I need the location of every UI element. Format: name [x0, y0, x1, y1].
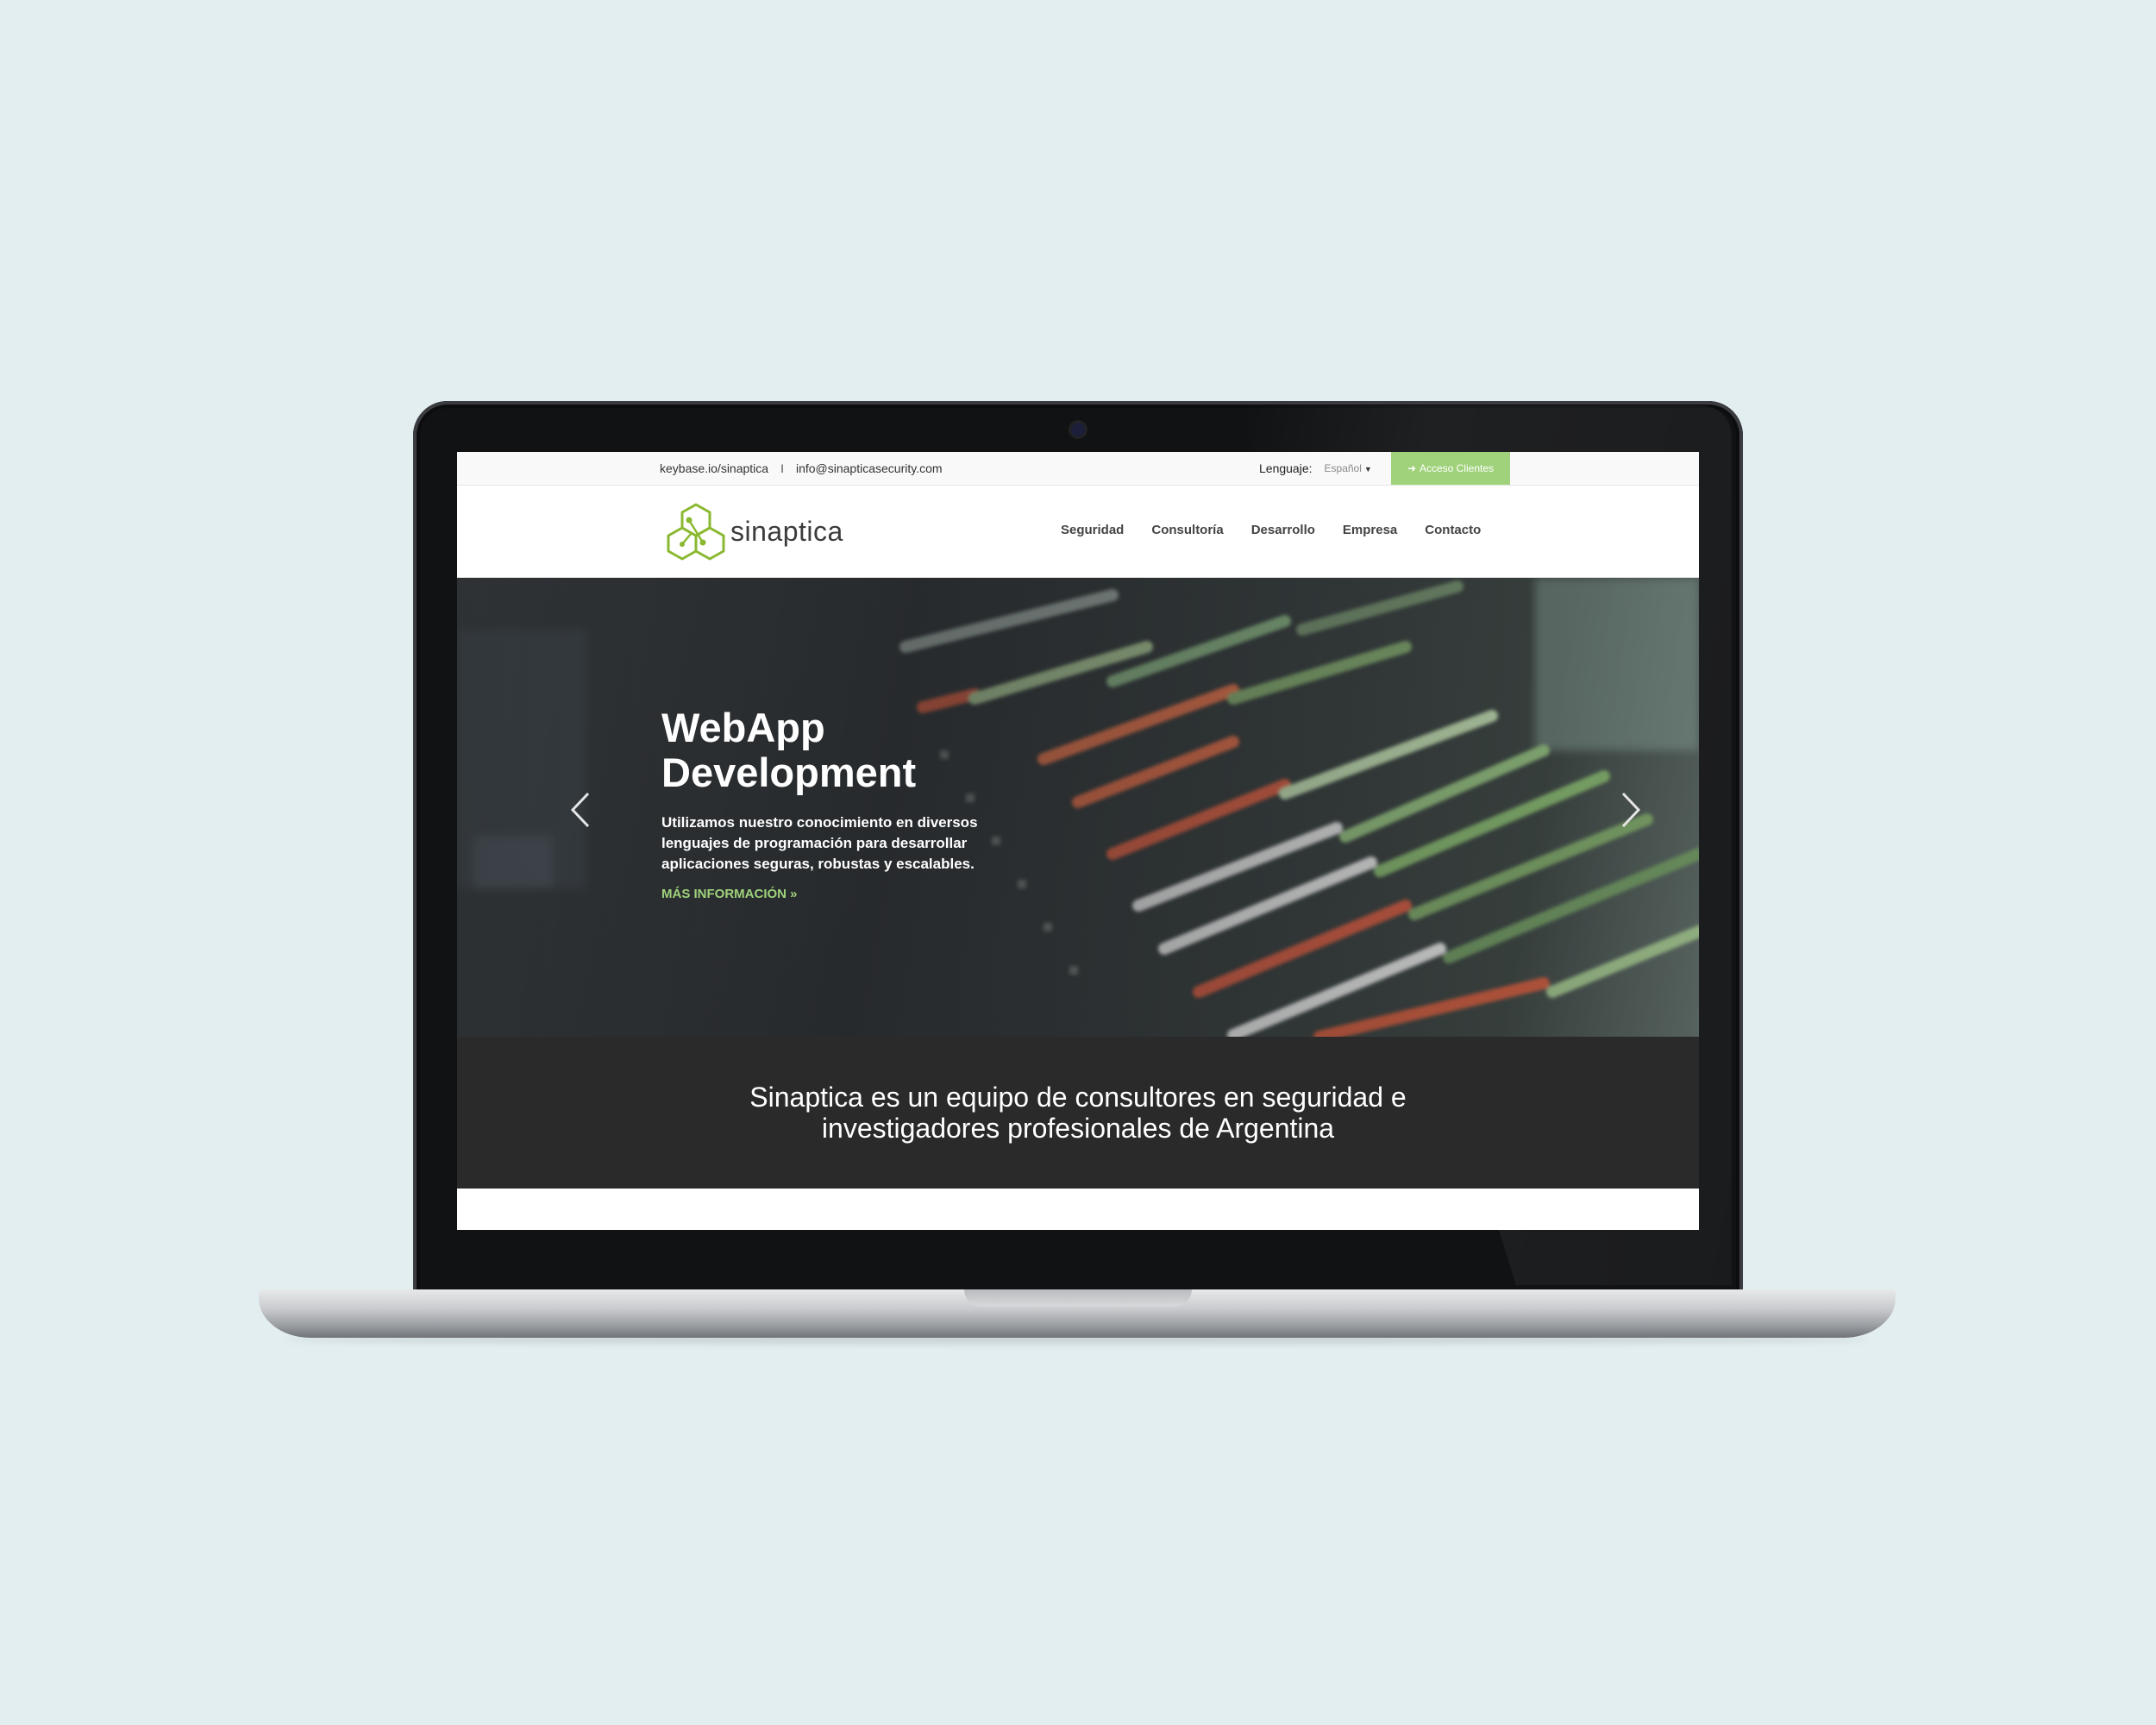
client-access-label: Acceso Clientes [1420, 462, 1495, 474]
contact-links: keybase.io/sinaptica I info@sinapticasec… [660, 461, 943, 475]
hero-carousel: WebApp Development Utilizamos nuestro co… [457, 578, 1699, 1037]
hero-title: WebApp Development [661, 706, 1024, 795]
hero-description: Utilizamos nuestro conocimiento en diver… [661, 814, 978, 872]
email-link[interactable]: info@sinapticasecurity.com [796, 461, 943, 475]
chevron-right-icon[interactable] [1613, 788, 1647, 831]
language-value: Español [1324, 462, 1362, 474]
hero-overlay [457, 578, 1699, 1037]
nav-item-contacto[interactable]: Contacto [1425, 523, 1481, 537]
mission-line1-text: es un equipo de consultores en seguridad… [862, 1082, 1407, 1113]
laptop-notch [964, 1289, 1192, 1307]
mission-line2: investigadores profesionales de Argentin… [821, 1113, 1335, 1144]
website-screen: keybase.io/sinaptica I info@sinapticasec… [457, 452, 1699, 1230]
nav-item-empresa[interactable]: Empresa [1343, 523, 1397, 537]
logo[interactable]: sinaptica [665, 501, 843, 561]
nav-menu: Seguridad Consultoría Desarrollo Empresa… [1061, 523, 1481, 537]
webcam-icon [1071, 423, 1085, 436]
sign-in-icon: ➜ [1407, 462, 1416, 474]
mission-line1: Sinaptica es un equipo de consultores en… [457, 1082, 1699, 1113]
logo-text: sinaptica [730, 515, 843, 547]
mission-banner: Sinaptica es un equipo de consultores en… [457, 1037, 1699, 1189]
client-access-button[interactable]: ➜ Acceso Clientes [1391, 452, 1510, 485]
separator: I [780, 461, 784, 475]
keybase-link[interactable]: keybase.io/sinaptica [660, 461, 768, 475]
mission-brand: Sinaptica [749, 1082, 863, 1113]
caret-down-icon: ▼ [1363, 465, 1372, 474]
chevron-left-icon[interactable] [564, 788, 599, 831]
nav-item-consultoria[interactable]: Consultoría [1151, 523, 1223, 537]
language-label: Lenguaje: [1259, 461, 1313, 475]
nav-item-seguridad[interactable]: Seguridad [1061, 523, 1124, 537]
more-info-link[interactable]: MÁS INFORMACIÓN » [661, 887, 798, 901]
language-dropdown[interactable]: Español ▼ [1325, 462, 1372, 474]
main-navbar: sinaptica Seguridad Consultoría Desarrol… [457, 486, 1699, 578]
hero-title-line1: WebApp [661, 705, 825, 750]
language-selector: Lenguaje: Español ▼ [1259, 461, 1372, 475]
nav-item-desarrollo[interactable]: Desarrollo [1251, 523, 1315, 537]
sinaptica-logo-icon [667, 503, 725, 561]
top-bar: keybase.io/sinaptica I info@sinapticasec… [457, 452, 1699, 486]
content-section [457, 1189, 1699, 1230]
hero-title-line2: Development [661, 750, 917, 795]
